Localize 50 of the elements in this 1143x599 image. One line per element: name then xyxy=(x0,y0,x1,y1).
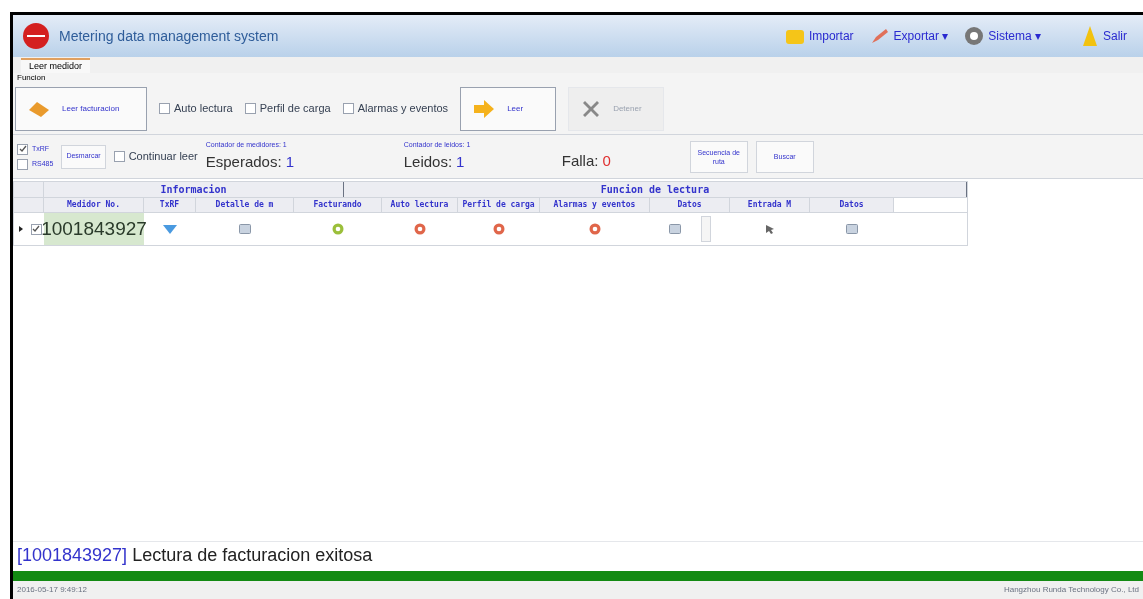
counter-label: Falla: xyxy=(561,150,599,171)
pointer-icon[interactable] xyxy=(765,224,775,234)
group-header: Funcion de lectura xyxy=(344,182,967,197)
checkbox[interactable] xyxy=(342,103,354,114)
counter-value: 1 xyxy=(456,151,465,172)
row-pointer-icon xyxy=(19,226,23,232)
dropdown-handle[interactable] xyxy=(701,216,711,242)
folder-icon xyxy=(784,27,805,45)
cross-icon xyxy=(581,98,602,119)
counter-label: Esperados: xyxy=(205,151,282,172)
logo-icon xyxy=(21,21,51,51)
group-header: Informacion xyxy=(44,182,344,197)
status-time: 2016-05-17 9:49:12 xyxy=(17,584,87,596)
group-label: Funcion xyxy=(16,73,47,83)
window-title: Metering data management system xyxy=(59,26,279,46)
checkbox-label: Continuar leer xyxy=(128,149,198,165)
pencil-icon xyxy=(869,27,890,45)
checkbox[interactable] xyxy=(244,103,256,114)
menu-item[interactable]: Salir xyxy=(1081,25,1127,47)
menu-item[interactable]: Exportar ▾ xyxy=(869,27,949,45)
checkbox[interactable] xyxy=(30,223,42,235)
column-header: Medidor No. xyxy=(44,198,144,212)
column-header: Datos xyxy=(650,198,730,212)
column-header: Auto lectura xyxy=(382,198,458,212)
checkbox-label: Alarmas y eventos xyxy=(357,101,449,117)
checkbox[interactable] xyxy=(159,103,170,114)
counter-value: 0 xyxy=(602,150,611,171)
counter-value: 1 xyxy=(285,151,294,172)
status-company: Hangzhou Runda Technology Co., Ltd xyxy=(1003,584,1139,596)
tab[interactable]: Leer medidor xyxy=(21,58,91,73)
checkbox[interactable] xyxy=(17,158,28,170)
checkbox-label: Perfil de carga xyxy=(259,101,331,117)
menu-item[interactable]: Sistema ▾ xyxy=(964,26,1041,46)
column-header: Facturando xyxy=(294,198,382,212)
column-header: Entrada M xyxy=(730,198,810,212)
checkbox-label: Auto lectura xyxy=(174,101,233,117)
checkbox[interactable] xyxy=(113,151,125,162)
toolbar-button[interactable]: Leer facturacion xyxy=(15,86,147,131)
arrow-icon xyxy=(473,98,496,119)
column-header: TxRF xyxy=(144,198,196,212)
menu-item[interactable]: Importar xyxy=(784,27,854,45)
column-header: Datos xyxy=(810,198,894,212)
column-header: Alarmas y eventos xyxy=(540,198,650,212)
gear-icon xyxy=(964,26,985,46)
toolbar-button[interactable]: Leer xyxy=(460,86,557,131)
meter-number: 1001843927 xyxy=(44,213,144,245)
checkbox[interactable] xyxy=(17,143,28,155)
counter-label: Leidos: xyxy=(403,151,453,172)
column-header: Perfil de carga xyxy=(458,198,540,212)
column-header: Detalle de m xyxy=(196,198,294,212)
